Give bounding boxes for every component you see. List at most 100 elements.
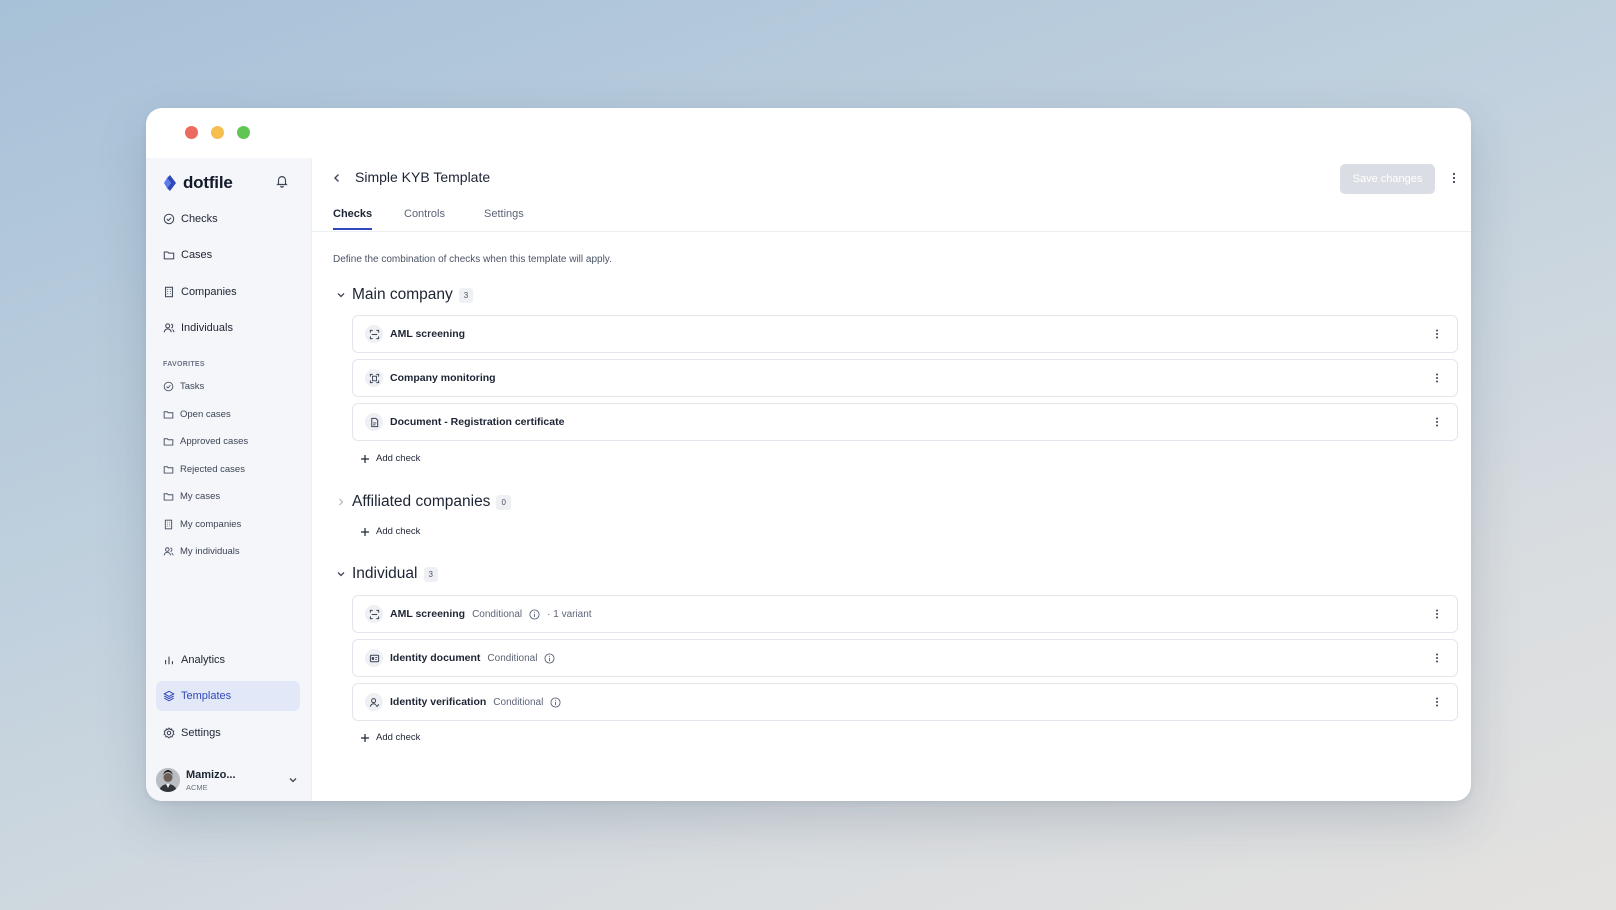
plus-icon [361, 527, 369, 536]
sidebar-item-checks[interactable]: Checks [156, 204, 300, 234]
back-arrow-icon[interactable] [330, 171, 344, 185]
check-name: AML screening [390, 608, 466, 620]
check-row-identity-document[interactable]: Identity document Conditional [352, 639, 1458, 677]
add-check-button[interactable]: Add check [360, 453, 420, 464]
more-options-icon[interactable] [1447, 171, 1461, 185]
check-row-aml-screening-individual[interactable]: AML screening Conditional · 1 variant [352, 595, 1458, 633]
section-title: Main company [352, 286, 453, 303]
favorite-item-label: My individuals [180, 545, 240, 557]
favorite-item-tasks[interactable]: Tasks [156, 375, 300, 397]
aml-scan-icon [365, 605, 383, 623]
section-count-badge: 3 [423, 566, 438, 582]
tab-settings[interactable]: Settings [484, 208, 524, 228]
section-affiliated-companies[interactable]: Affiliated companies 0 [336, 493, 511, 511]
section-individual[interactable]: Individual 3 [336, 565, 438, 583]
brand-logo[interactable]: dotfile [162, 173, 233, 193]
bell-icon[interactable] [275, 174, 289, 188]
chevron-down-icon [289, 778, 297, 783]
favorite-item-my-companies[interactable]: My companies [156, 513, 300, 535]
check-circle-icon [163, 381, 174, 391]
add-check-button[interactable]: Add check [360, 732, 420, 743]
save-changes-button[interactable]: Save changes [1340, 164, 1435, 194]
users-icon [163, 323, 175, 333]
check-name: Identity verification [390, 696, 487, 708]
favorite-item-open-cases[interactable]: Open cases [156, 403, 300, 425]
chevron-right-icon [339, 498, 344, 506]
info-icon[interactable] [544, 652, 556, 664]
plus-icon [361, 733, 369, 742]
sidebar-item-label: Analytics [181, 654, 226, 666]
section-title: Individual [352, 565, 418, 582]
minimize-window-button[interactable] [211, 126, 224, 139]
user-org: ACME [186, 782, 208, 792]
favorite-item-label: Tasks [180, 380, 205, 392]
conditional-label: Conditional [472, 608, 523, 620]
chevron-down-icon [337, 572, 345, 577]
more-options-icon[interactable] [1431, 416, 1443, 428]
main-content: Simple KYB Template Save changes Checks … [312, 158, 1471, 801]
folder-icon [163, 410, 174, 419]
gear-icon [163, 727, 175, 739]
check-name: Identity document [390, 652, 481, 664]
bar-chart-icon [165, 656, 173, 665]
sidebar-item-templates[interactable]: Templates [156, 681, 300, 711]
section-main-company[interactable]: Main company 3 [336, 286, 474, 304]
check-row-company-monitoring[interactable]: Company monitoring [352, 359, 1458, 397]
avatar [156, 768, 180, 792]
add-check-button[interactable]: Add check [360, 526, 420, 537]
user-avatar-icon [156, 768, 180, 792]
favorite-item-rejected-cases[interactable]: Rejected cases [156, 458, 300, 480]
favorites-heading: FAVORITES [163, 361, 205, 368]
chevron-down-icon [337, 293, 345, 298]
folder-icon [163, 465, 174, 474]
favorite-item-label: Rejected cases [180, 463, 245, 475]
check-row-aml-screening[interactable]: AML screening [352, 315, 1458, 353]
add-check-label: Add check [376, 526, 421, 537]
tab-controls[interactable]: Controls [404, 208, 445, 228]
tab-checks[interactable]: Checks [333, 208, 373, 230]
user-check-icon [365, 693, 383, 711]
sidebar-item-individuals[interactable]: Individuals [156, 313, 300, 343]
user-name: Mamizo... [186, 768, 236, 781]
favorite-item-my-cases[interactable]: My cases [156, 485, 300, 507]
more-options-icon[interactable] [1431, 328, 1443, 340]
check-name: Document - Registration certificate [390, 416, 565, 428]
document-icon [365, 413, 383, 431]
layers-icon [163, 690, 175, 702]
sidebar-item-label: Companies [181, 286, 237, 298]
close-window-button[interactable] [185, 126, 198, 139]
sidebar-item-analytics[interactable]: Analytics [156, 645, 300, 675]
section-count-badge: 0 [496, 494, 511, 510]
brand-name: dotfile [183, 173, 233, 192]
more-options-icon[interactable] [1431, 652, 1443, 664]
sidebar-item-cases[interactable]: Cases [156, 240, 300, 270]
favorite-item-approved-cases[interactable]: Approved cases [156, 430, 300, 452]
section-count-badge: 3 [458, 287, 474, 303]
more-options-icon[interactable] [1431, 696, 1443, 708]
more-options-icon[interactable] [1431, 608, 1443, 620]
sidebar-item-companies[interactable]: Companies [156, 277, 300, 307]
sidebar-item-label: Checks [181, 213, 218, 225]
plus-icon [361, 454, 369, 463]
sidebar-item-label: Cases [181, 249, 213, 261]
building-icon [164, 519, 173, 529]
sidebar-item-label: Individuals [181, 322, 233, 334]
folder-icon [163, 251, 175, 260]
maximize-window-button[interactable] [237, 126, 250, 139]
user-menu[interactable]: Mamizo... ACME [156, 763, 302, 797]
sidebar-item-label: Settings [181, 727, 221, 739]
folder-icon [163, 437, 174, 446]
conditional-label: Conditional [493, 696, 544, 708]
sidebar-item-settings[interactable]: Settings [156, 718, 300, 748]
users-icon [163, 546, 174, 556]
info-icon[interactable] [529, 608, 540, 620]
info-icon[interactable] [550, 696, 561, 708]
template-description: Define the combination of checks when th… [333, 254, 612, 265]
favorite-item-my-individuals[interactable]: My individuals [156, 540, 300, 562]
title-bar [146, 108, 1471, 158]
dotfile-logo-icon [164, 175, 176, 191]
check-row-identity-verification[interactable]: Identity verification Conditional [352, 683, 1458, 721]
more-options-icon[interactable] [1431, 372, 1443, 384]
section-title: Affiliated companies [352, 493, 491, 510]
check-row-registration-certificate[interactable]: Document - Registration certificate [352, 403, 1458, 441]
